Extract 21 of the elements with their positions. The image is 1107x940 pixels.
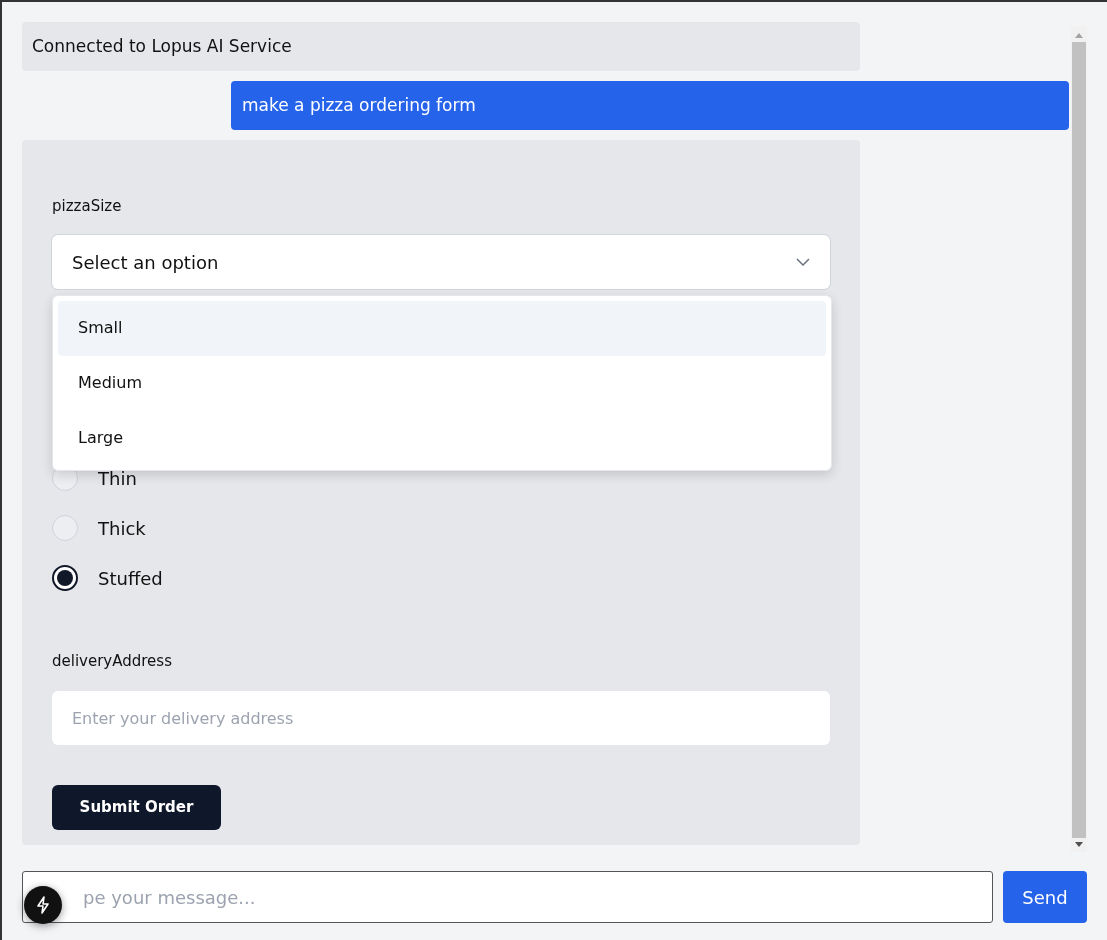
lightning-icon [35,896,51,914]
radio-button[interactable] [52,565,78,591]
scroll-down-icon[interactable] [1075,842,1083,848]
system-message: Connected to Lopus AI Service [22,22,860,71]
radio-label: Thick [98,516,146,541]
submit-order-button[interactable]: Submit Order [52,785,221,830]
send-button[interactable]: Send [1003,871,1087,923]
dropdown-option[interactable]: Small [58,301,826,356]
field-label: pizzaSize [52,196,123,216]
scroll-up-icon[interactable] [1075,32,1083,38]
pizza-size-select[interactable]: Select an option [52,235,830,289]
dropdown-option[interactable]: Large [58,410,826,465]
user-message: make a pizza ordering form [231,81,1069,130]
radio-label: Thin [98,466,137,491]
scrollbar[interactable] [1071,26,1087,852]
address-field[interactable]: Enter your delivery address [52,691,830,745]
dropdown-option[interactable]: Medium [58,355,826,411]
radio-label: Stuffed [98,566,163,591]
chevron-down-icon [796,258,810,266]
message-field[interactable]: pe your message... [22,871,994,923]
field-label: deliveryAddress [52,651,173,671]
